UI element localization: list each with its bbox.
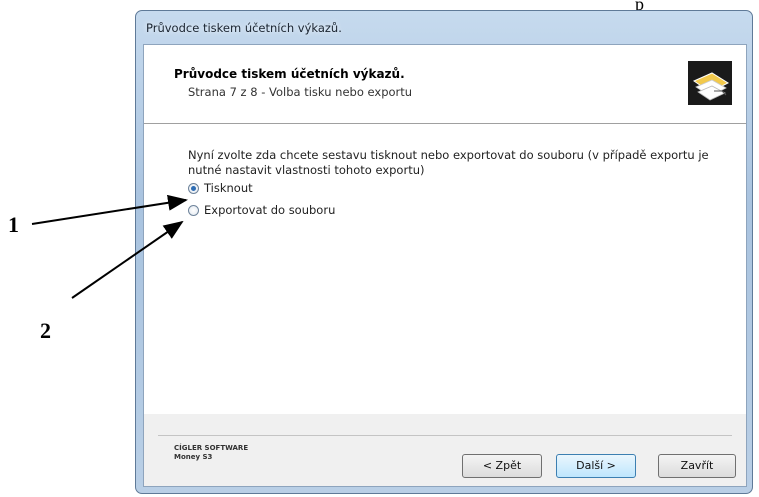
annotation-arrow-1 bbox=[31, 194, 188, 225]
annotation-arrows bbox=[31, 194, 188, 299]
annotation-arrow-2 bbox=[71, 220, 184, 299]
